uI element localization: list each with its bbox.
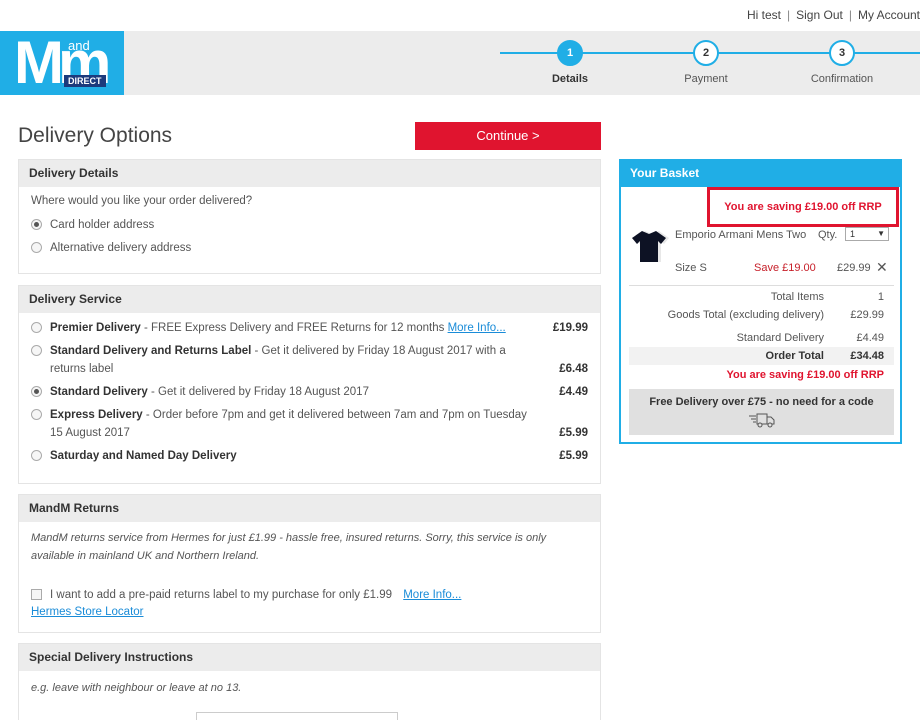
panel-heading: Special Delivery Instructions — [19, 644, 600, 671]
goods-total-row: Goods Total (excluding delivery) £29.99 — [629, 306, 894, 324]
row-value: £4.49 — [856, 332, 884, 344]
option-card-holder-address[interactable]: Card holder address — [31, 216, 588, 234]
service-name: Express Delivery — [50, 409, 143, 421]
free-delivery-text: Free Delivery over £75 - no need for a c… — [649, 396, 874, 408]
option-alternative-address[interactable]: Alternative delivery address — [31, 239, 588, 257]
service-standard[interactable]: Standard Delivery - Get it delivered by … — [31, 383, 588, 401]
step-label: Confirmation — [810, 73, 874, 85]
page-title: Delivery Options — [18, 124, 173, 147]
logo-direct: DIRECT — [64, 75, 106, 87]
order-total-row: Order Total £34.48 — [629, 347, 894, 365]
basket-heading: Your Basket — [621, 161, 900, 187]
service-standard-returns[interactable]: Standard Delivery and Returns Label - Ge… — [31, 342, 588, 378]
radio-button[interactable] — [31, 345, 42, 356]
service-name: Premier Delivery — [50, 322, 141, 334]
row-label: Total Items — [770, 291, 824, 303]
delivery-question: Where would you like your order delivere… — [31, 195, 253, 207]
radio-button[interactable] — [31, 242, 42, 253]
radio-button[interactable] — [31, 322, 42, 333]
row-value: £34.48 — [850, 350, 884, 362]
service-price: £19.99 — [552, 322, 588, 334]
product-name[interactable]: Emporio Armani Mens Two — [675, 229, 815, 241]
returns-checkbox[interactable] — [31, 589, 42, 600]
service-price: £6.48 — [559, 363, 588, 375]
total-items-row: Total Items 1 — [629, 288, 894, 306]
step-number: 3 — [829, 40, 855, 66]
free-delivery-banner: Free Delivery over £75 - no need for a c… — [629, 389, 894, 435]
checkout-steps: 1 Details 2 Payment 3 Confirmation — [500, 31, 920, 95]
panel-heading: MandM Returns — [19, 495, 600, 522]
service-name: Standard Delivery and Returns Label — [50, 345, 252, 357]
service-price: £5.99 — [559, 450, 588, 462]
service-desc: - Get it delivered by Friday 18 August 2… — [147, 386, 369, 398]
radio-button[interactable] — [31, 450, 42, 461]
saving-footer: You are saving £19.00 off RRP — [726, 369, 884, 381]
service-express[interactable]: Express Delivery - Order before 7pm and … — [31, 406, 588, 442]
returns-more-info-link[interactable]: More Info... — [403, 589, 461, 601]
basket-panel: Your Basket You are saving £19.00 off RR… — [619, 159, 902, 444]
separator: | — [787, 8, 791, 22]
service-price: £4.49 — [559, 386, 588, 398]
product-save: Save £19.00 — [754, 262, 816, 274]
delivery-van-icon — [748, 413, 774, 428]
row-label: Standard Delivery — [736, 332, 824, 344]
product-price: £29.99 — [837, 262, 871, 274]
product-size: Size S — [675, 262, 707, 274]
instructions-hint: e.g. leave with neighbour or leave at no… — [31, 682, 242, 694]
step-details: 1 Details — [525, 40, 615, 85]
delivery-service-panel: Delivery Service Premier Delivery - FREE… — [18, 285, 601, 484]
qty-label: Qty. — [818, 229, 838, 241]
header: Mm and DIRECT 1 Details 2 Payment 3 Conf… — [0, 31, 920, 95]
checkbox-label: I want to add a pre-paid returns label t… — [50, 589, 393, 601]
logo-and: and — [68, 38, 90, 53]
sign-out-link[interactable]: Sign Out — [796, 8, 843, 22]
remove-item-icon[interactable]: ✕ — [876, 259, 888, 276]
row-value: 1 — [877, 291, 884, 303]
continue-button[interactable]: Continue > — [415, 122, 601, 150]
row-value: £29.99 — [850, 309, 884, 321]
service-premier[interactable]: Premier Delivery - FREE Express Delivery… — [31, 319, 588, 337]
step-payment: 2 Payment — [661, 40, 751, 85]
radio-button[interactable] — [31, 386, 42, 397]
instructions-input[interactable] — [196, 712, 398, 720]
logo[interactable]: Mm and DIRECT — [0, 31, 124, 95]
step-number: 2 — [693, 40, 719, 66]
account-links: Hi test | Sign Out | My Account — [747, 8, 920, 22]
returns-panel: MandM Returns MandM returns service from… — [18, 494, 601, 633]
option-label: Alternative delivery address — [50, 242, 192, 254]
step-label: Payment — [684, 73, 728, 85]
option-label: Card holder address — [50, 219, 155, 231]
panel-heading: Delivery Details — [19, 160, 600, 187]
returns-label-option[interactable]: I want to add a pre-paid returns label t… — [31, 586, 588, 604]
saving-banner: You are saving £19.00 off RRP — [707, 187, 899, 227]
service-desc: - FREE Express Delivery and FREE Returns… — [140, 322, 448, 334]
delivery-row: Standard Delivery £4.49 — [629, 329, 894, 347]
service-price: £5.99 — [559, 427, 588, 439]
radio-button[interactable] — [31, 409, 42, 420]
service-name: Standard Delivery — [50, 386, 148, 398]
special-instructions-panel: Special Delivery Instructions e.g. leave… — [18, 643, 601, 720]
my-account-link[interactable]: My Account — [858, 8, 920, 22]
hermes-store-locator-link[interactable]: Hermes Store Locator — [31, 606, 144, 618]
step-label: Details — [551, 73, 589, 85]
qty-select[interactable]: 1 — [845, 227, 889, 241]
step-number: 1 — [557, 40, 583, 66]
delivery-details-panel: Delivery Details Where would you like yo… — [18, 159, 601, 274]
service-name: Saturday and Named Day Delivery — [50, 450, 237, 462]
divider — [629, 285, 894, 286]
service-saturday[interactable]: Saturday and Named Day Delivery £5.99 — [31, 447, 588, 465]
tshirt-thumbnail — [632, 231, 669, 262]
radio-button[interactable] — [31, 219, 42, 230]
returns-info: MandM returns service from Hermes for ju… — [31, 532, 547, 562]
row-label: Order Total — [765, 350, 824, 362]
panel-heading: Delivery Service — [19, 286, 600, 313]
more-info-link[interactable]: More Info... — [448, 322, 506, 334]
row-label: Goods Total (excluding delivery) — [667, 309, 824, 321]
greeting-text: Hi test — [747, 8, 782, 22]
separator: | — [848, 8, 852, 22]
step-confirmation: 3 Confirmation — [797, 40, 887, 85]
